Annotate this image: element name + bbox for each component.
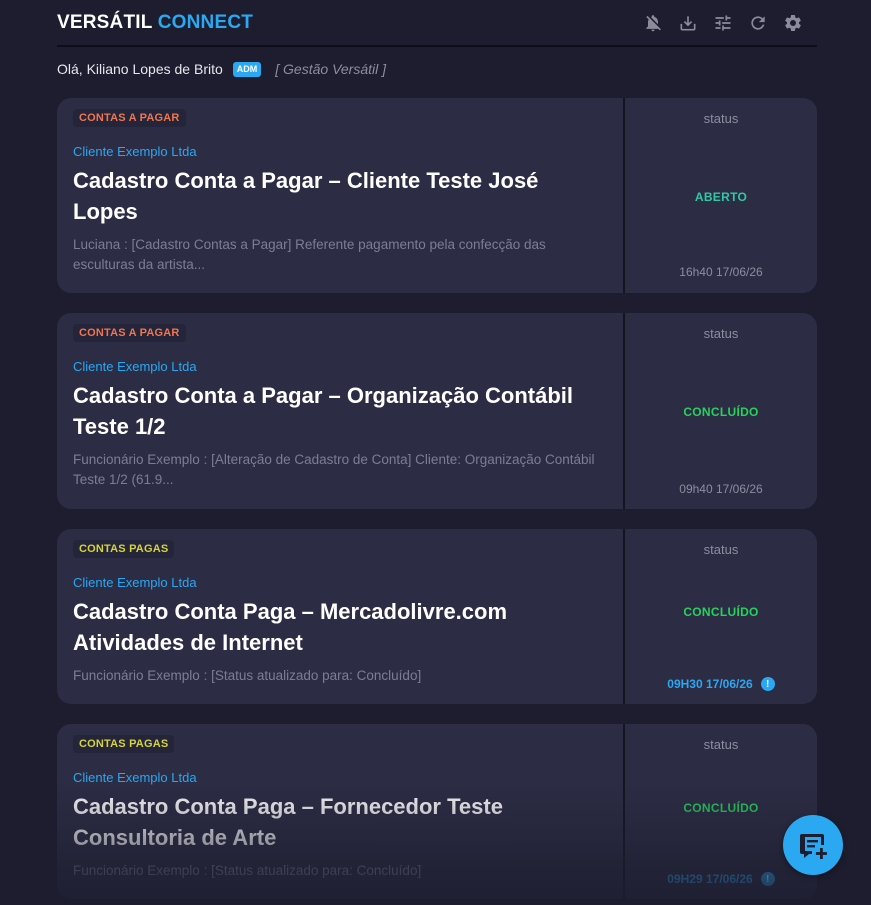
status-value: CONCLUÍDO xyxy=(683,405,759,419)
timestamp: 09h40 17/06/26 xyxy=(625,482,817,496)
card-content: CONTAS A PAGAR Cliente Exemplo Ltda Cada… xyxy=(57,313,623,509)
user-greeting: Olá, Kiliano Lopes de Brito ADM [ Gestão… xyxy=(57,59,386,79)
card-title: Cadastro Conta a Pagar – Cliente Teste J… xyxy=(73,168,539,224)
request-card[interactable]: CONTAS A PAGAR Cliente Exemplo Ltda Cada… xyxy=(57,98,817,293)
card-title: Cadastro Conta Paga – Mercadolivre.com A… xyxy=(73,599,508,655)
request-card[interactable]: CONTAS A PAGAR Cliente Exemplo Ltda Cada… xyxy=(57,313,817,509)
timestamp-text: 09h40 17/06/26 xyxy=(679,482,763,496)
client-name: Cliente Exemplo Ltda xyxy=(73,575,197,590)
status-label: status xyxy=(703,111,739,126)
category-badge: CONTAS PAGAS xyxy=(73,540,175,558)
category-badge: CONTAS A PAGAR xyxy=(73,109,186,127)
refresh-icon[interactable] xyxy=(747,12,768,33)
card-status-panel: status CONCLUÍDO 09h40 17/06/26 xyxy=(625,313,817,509)
timestamp: 09H29 17/06/26 ! xyxy=(625,872,817,886)
card-status-panel: status CONCLUÍDO 09H30 17/06/26 ! xyxy=(625,529,817,704)
app-header: VERSÁTIL CONNECT xyxy=(57,0,817,47)
request-card[interactable]: CONTAS PAGAS Cliente Exemplo Ltda Cadast… xyxy=(57,724,817,899)
card-title: Cadastro Conta Paga – Fornecedor Teste C… xyxy=(73,794,503,850)
card-status-panel: status CONCLUÍDO 09H29 17/06/26 ! xyxy=(625,724,817,899)
company-name: [ Gestão Versátil ] xyxy=(275,61,387,77)
client-name: Cliente Exemplo Ltda xyxy=(73,359,197,374)
client-name: Cliente Exemplo Ltda xyxy=(73,144,197,159)
timestamp-text: 16h40 17/06/26 xyxy=(679,265,763,279)
client-name: Cliente Exemplo Ltda xyxy=(73,770,197,785)
new-note-icon xyxy=(800,834,827,859)
new-request-button[interactable] xyxy=(783,815,843,875)
status-label: status xyxy=(703,737,739,752)
status-label: status xyxy=(703,326,739,341)
status-label: status xyxy=(703,542,739,557)
status-value: CONCLUÍDO xyxy=(683,605,759,619)
role-badge: ADM xyxy=(232,61,262,77)
settings-icon[interactable] xyxy=(782,12,803,33)
timestamp: 16h40 17/06/26 xyxy=(625,265,817,279)
card-content: CONTAS PAGAS Cliente Exemplo Ltda Cadast… xyxy=(57,724,623,899)
brand-logo: VERSÁTIL CONNECT xyxy=(57,12,253,34)
brand-name: VERSÁTIL xyxy=(57,11,153,33)
card-description: Luciana : [Cadastro Contas a Pagar] Refe… xyxy=(73,237,546,272)
request-card[interactable]: CONTAS PAGAS Cliente Exemplo Ltda Cadast… xyxy=(57,529,817,704)
brand-suffix: CONNECT xyxy=(157,11,254,33)
card-title: Cadastro Conta a Pagar – Organização Con… xyxy=(73,383,574,439)
tune-icon[interactable] xyxy=(712,12,733,33)
card-description: Funcionário Exemplo : [Status atualizado… xyxy=(73,668,422,683)
download-icon[interactable] xyxy=(677,12,698,33)
greeting-text: Olá, Kiliano Lopes de Brito xyxy=(57,61,223,77)
category-badge: CONTAS A PAGAR xyxy=(73,324,186,342)
alert-icon[interactable]: ! xyxy=(760,677,775,691)
alert-icon[interactable]: ! xyxy=(760,872,775,886)
timestamp: 09H30 17/06/26 ! xyxy=(625,677,817,691)
card-content: CONTAS A PAGAR Cliente Exemplo Ltda Cada… xyxy=(57,98,623,293)
status-value: ABERTO xyxy=(694,190,748,204)
timestamp-text: 09H30 17/06/26 xyxy=(667,677,753,691)
card-content: CONTAS PAGAS Cliente Exemplo Ltda Cadast… xyxy=(57,529,623,704)
card-status-panel: status ABERTO 16h40 17/06/26 xyxy=(625,98,817,293)
category-badge: CONTAS PAGAS xyxy=(73,735,175,753)
status-value: CONCLUÍDO xyxy=(683,801,759,815)
timestamp-text: 09H29 17/06/26 xyxy=(667,872,753,886)
card-description: Funcionário Exemplo : [Alteração de Cada… xyxy=(73,452,595,487)
notifications-off-icon[interactable] xyxy=(642,12,663,33)
card-description: Funcionário Exemplo : [Status atualizado… xyxy=(73,863,422,878)
toolbar xyxy=(642,12,803,33)
